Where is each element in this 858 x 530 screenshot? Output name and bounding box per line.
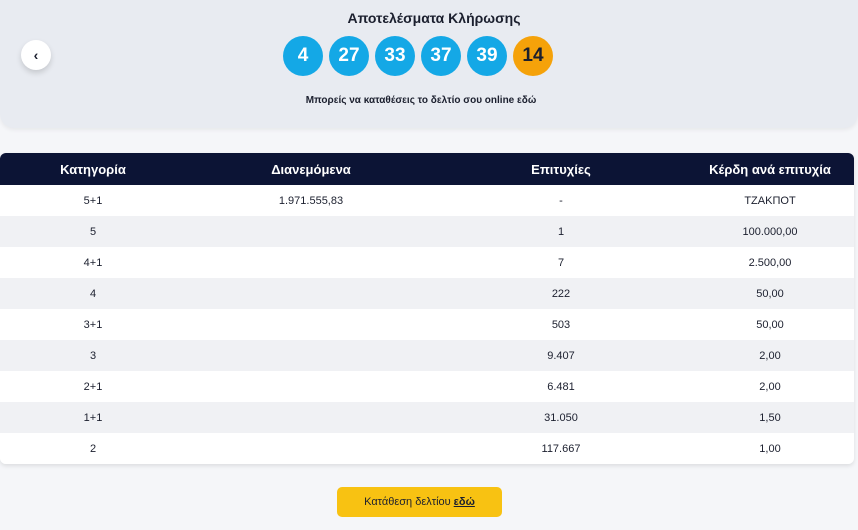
back-button[interactable]: ‹ xyxy=(21,40,51,70)
cell-winners: 9.407 xyxy=(547,349,575,362)
table-row: 3 9.407 2,00 xyxy=(0,340,854,371)
cell-distributed xyxy=(186,278,436,309)
cell-distributed xyxy=(186,340,436,371)
header-distributed: Διανεμόμενα xyxy=(271,161,351,177)
prize-table: Κατηγορία Διανεμόμενα Επιτυχίες Κέρδη αν… xyxy=(0,153,854,464)
cell-distributed xyxy=(186,309,436,340)
table-row: 5 1 100.000,00 xyxy=(0,216,854,247)
cell-winners: 1 xyxy=(557,225,565,238)
submit-ticket-text: Κατάθεση δελτίου xyxy=(364,496,451,508)
table-row: 4 222 50,00 xyxy=(0,278,854,309)
header-category: Κατηγορία xyxy=(60,161,126,177)
cell-distributed xyxy=(186,402,436,433)
cell-category: 5+1 xyxy=(83,194,103,207)
cell-category: 5 xyxy=(89,225,97,238)
cell-prize: 2,00 xyxy=(759,349,781,362)
cell-prize: 2.500,00 xyxy=(748,256,792,269)
winning-numbers: 4 27 33 37 39 14 xyxy=(283,36,553,76)
cell-category: 2 xyxy=(89,442,97,455)
cell-prize: 2,00 xyxy=(759,380,781,393)
cell-prize: 1,50 xyxy=(759,411,781,424)
number-ball: 39 xyxy=(467,36,507,76)
table-row: 3+1 503 50,00 xyxy=(0,309,854,340)
cell-winners: 503 xyxy=(551,318,571,331)
cell-category: 4 xyxy=(89,287,97,300)
table-row: 1+1 31.050 1,50 xyxy=(0,402,854,433)
cell-winners: 6.481 xyxy=(547,380,575,393)
table-row: 2 117.667 1,00 xyxy=(0,433,854,464)
online-submit-link[interactable]: εδώ xyxy=(517,95,536,106)
cell-prize: 100.000,00 xyxy=(742,225,798,238)
cell-category: 3 xyxy=(89,349,97,362)
cell-winners: 7 xyxy=(557,256,565,269)
joker-ball: 14 xyxy=(513,36,553,76)
table-row: 5+1 1.971.555,83 - ΤΖΑΚΠΟΤ xyxy=(0,185,854,216)
header-prize-per-winner: Κέρδη ανά επιτυχία xyxy=(709,161,831,177)
table-row: 2+1 6.481 2,00 xyxy=(0,371,854,402)
table-row: 4+1 7 2.500,00 xyxy=(0,247,854,278)
cell-prize: 50,00 xyxy=(756,318,784,331)
header-winners: Επιτυχίες xyxy=(531,161,591,177)
chevron-left-icon: ‹ xyxy=(33,47,39,63)
table-header-row: Κατηγορία Διανεμόμενα Επιτυχίες Κέρδη αν… xyxy=(0,153,854,185)
cell-category: 4+1 xyxy=(83,256,103,269)
cell-distributed xyxy=(186,433,436,464)
cell-distributed xyxy=(186,247,436,278)
cell-winners: 31.050 xyxy=(544,411,578,424)
cell-distributed: 1.971.555,83 xyxy=(278,194,344,207)
cell-category: 2+1 xyxy=(83,380,103,393)
number-ball: 4 xyxy=(283,36,323,76)
cell-distributed xyxy=(186,371,436,402)
online-note-text: Μπορείς να καταθέσεις το δελτίο σου onli… xyxy=(305,95,515,106)
cell-prize: ΤΖΑΚΠΟΤ xyxy=(744,194,796,207)
online-submit-note: Μπορείς να καταθέσεις το δελτίο σου onli… xyxy=(0,95,842,106)
cell-winners: 222 xyxy=(551,287,571,300)
submit-ticket-link: εδώ xyxy=(453,496,475,508)
cell-category: 3+1 xyxy=(83,318,103,331)
number-ball: 37 xyxy=(421,36,461,76)
cell-prize: 1,00 xyxy=(759,442,781,455)
cell-category: 1+1 xyxy=(83,411,103,424)
cell-prize: 50,00 xyxy=(756,287,784,300)
number-ball: 27 xyxy=(329,36,369,76)
page-title: Αποτελέσματα Κλήρωσης xyxy=(347,10,521,26)
cell-winners: - xyxy=(559,194,563,207)
cell-distributed xyxy=(186,216,436,247)
number-ball: 33 xyxy=(375,36,415,76)
submit-ticket-button[interactable]: Κατάθεση δελτίου εδώ xyxy=(337,487,502,517)
cell-winners: 117.667 xyxy=(541,442,581,455)
draw-results-panel: ‹ Αποτελέσματα Κλήρωσης 4 27 33 37 39 14 Μπορ… xyxy=(0,0,858,128)
